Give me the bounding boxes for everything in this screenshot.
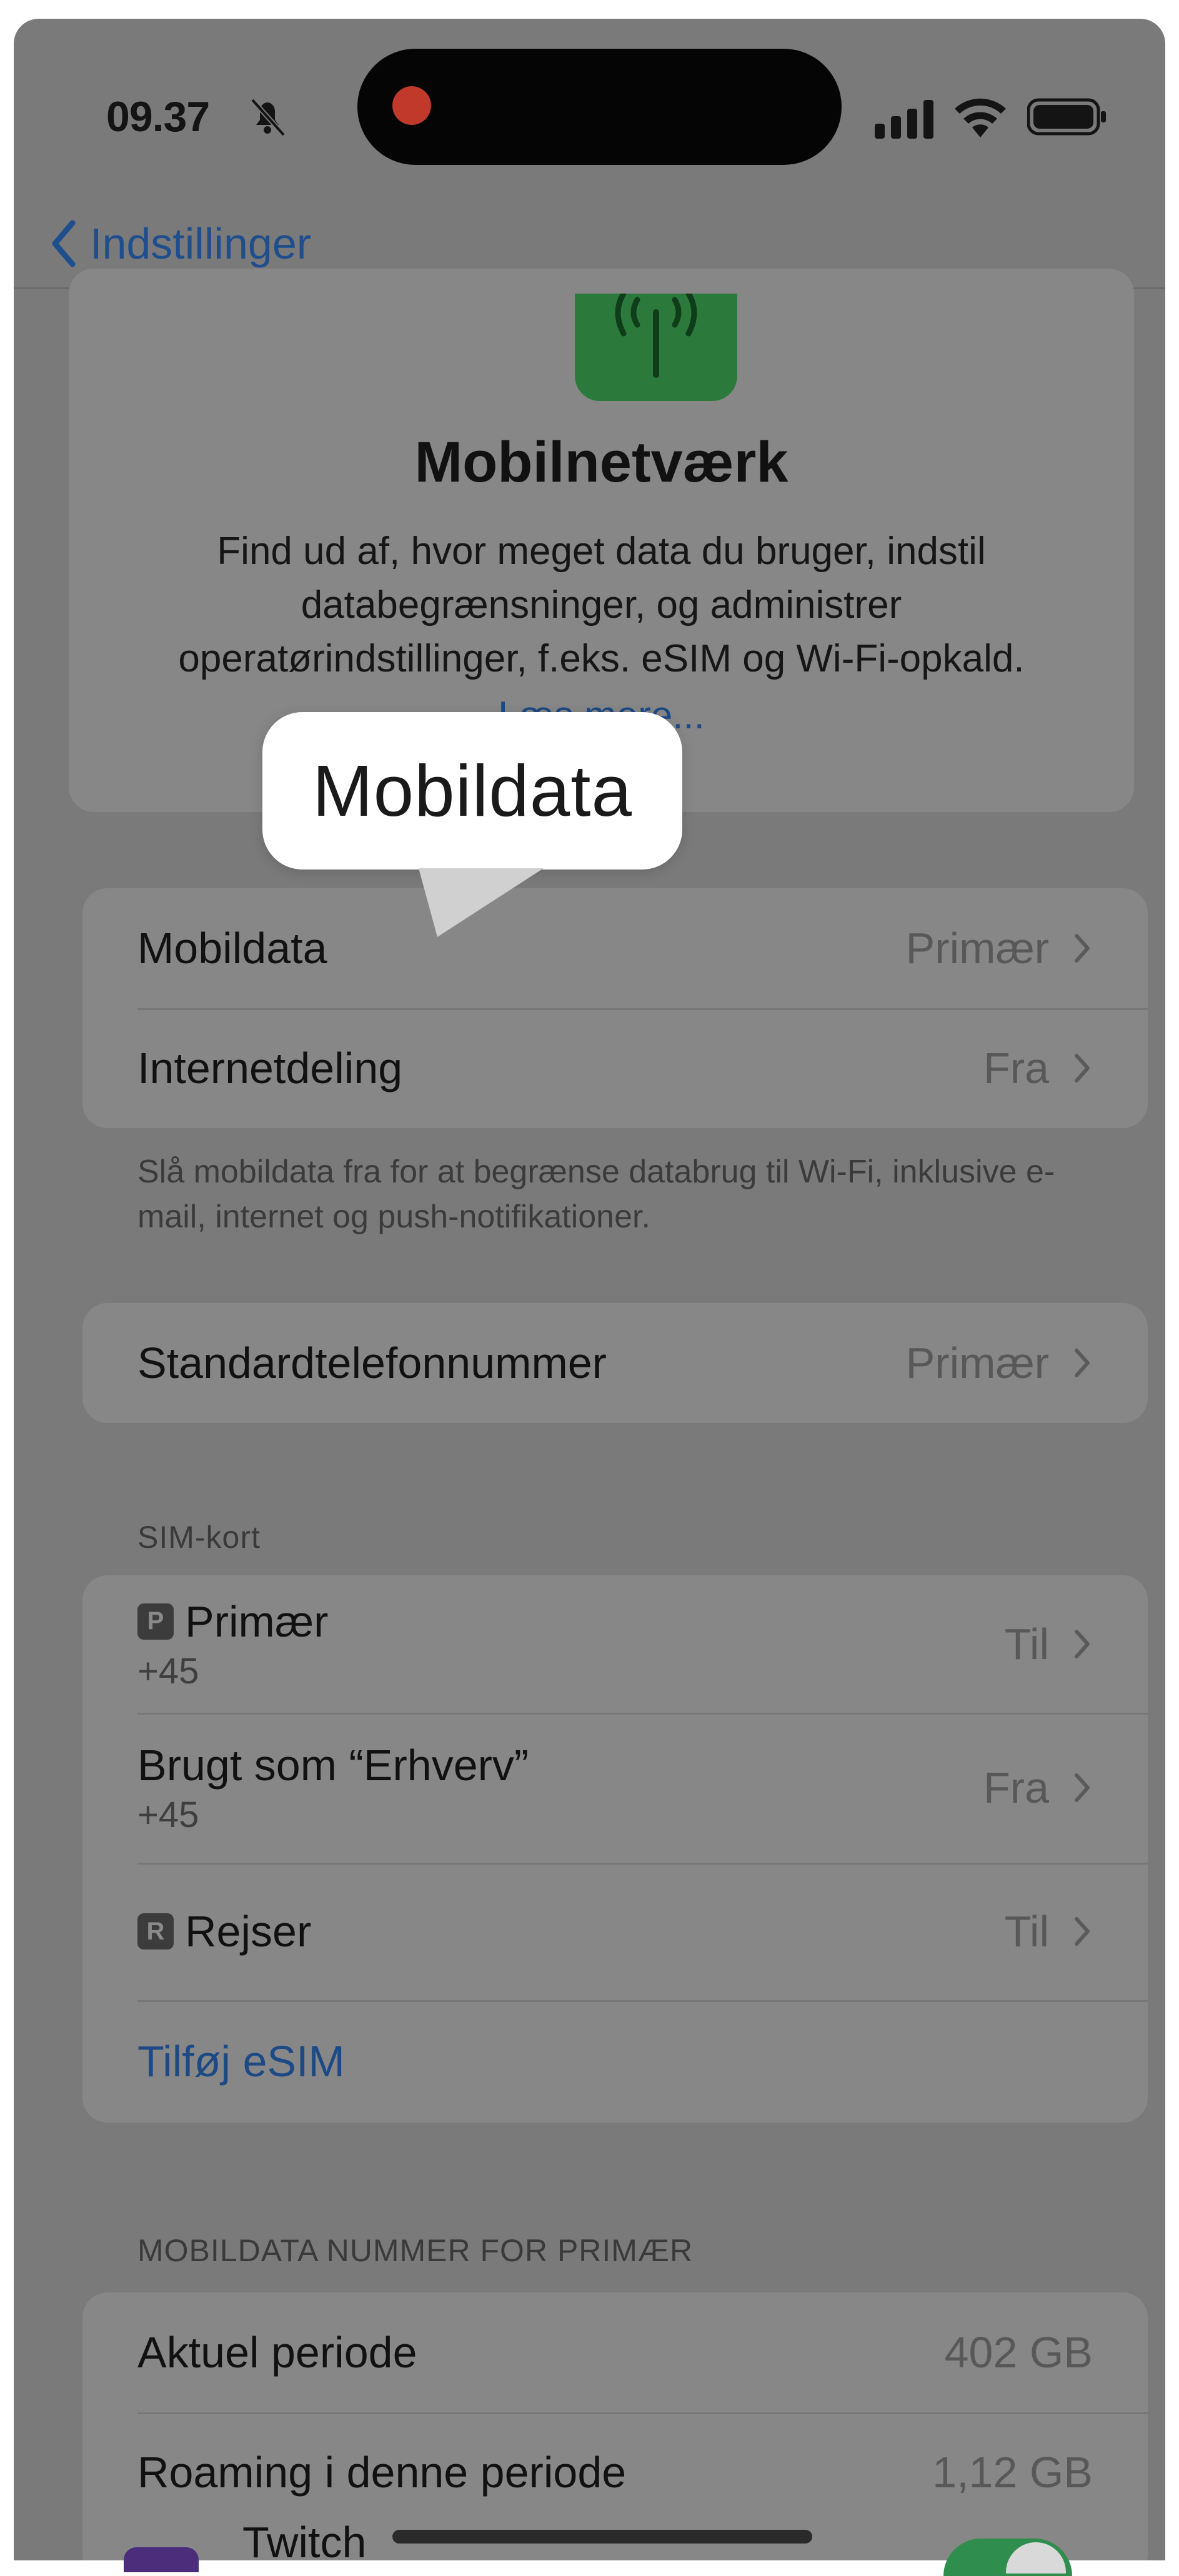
phone-screen: 09.37 Indstillinger Mobilnetværk Find ud… (14, 19, 1165, 2560)
row-sim-business[interactable]: Brugt som “Erhverv” +45 Fra (82, 1713, 1148, 1863)
cellular-signal-icon (875, 100, 933, 139)
chevron-right-icon (1075, 1917, 1090, 1946)
row-add-esim[interactable]: Tilføj eSIM (82, 2000, 1148, 2123)
row-label: Standardtelefonnummer (137, 1339, 607, 1387)
row-mobile-data[interactable]: Mobildata Primær (82, 888, 1148, 1008)
row-value: Primær (905, 924, 1049, 973)
page-description: Find ud af, hvor meget data du bruger, i… (178, 530, 1025, 680)
dynamic-island (357, 49, 842, 165)
twitch-app-icon (124, 2547, 199, 2572)
mobile-data-footnote: Slå mobildata fra for at begrænse databr… (137, 1154, 1055, 1235)
sim-name: Rejser (185, 1907, 312, 1956)
home-indicator[interactable] (392, 2530, 812, 2544)
tooltip-bubble: Mobildata (262, 712, 682, 869)
row-roaming-period: Roaming i denne periode 1,12 GB (82, 2412, 1148, 2532)
row-sim-primary[interactable]: P Primær +45 Til (82, 1575, 1148, 1713)
sim-section-title: SIM-kort (137, 1520, 261, 1555)
usage-section-title: MOBILDATA NUMMER FOR PRIMÆR (137, 2233, 694, 2268)
sim-badge-icon: P (137, 1603, 174, 1640)
sim-badge-icon: R (137, 1913, 174, 1949)
row-value: Til (1004, 1620, 1049, 1668)
chevron-right-icon (1075, 1630, 1090, 1658)
sim-group: P Primær +45 Til Brugt som “Erhverv” +45 … (82, 1575, 1148, 2123)
back-button-label: Indstillinger (90, 219, 312, 268)
row-value: 402 GB (944, 2328, 1093, 2377)
status-time: 09.37 (106, 93, 210, 141)
add-esim-link: Tilføj eSIM (137, 2037, 345, 2086)
row-value: Fra (983, 1044, 1049, 1092)
tooltip-pointer (419, 868, 544, 937)
recording-indicator-icon (392, 86, 431, 125)
row-value: Fra (983, 1763, 1049, 1812)
row-value: Til (1004, 1907, 1049, 1956)
sim-number: +45 (137, 1650, 199, 1692)
row-personal-hotspot[interactable]: Internetdeling Fra (82, 1008, 1148, 1128)
row-label: Aktuel periode (137, 2328, 417, 2377)
battery-icon (1027, 98, 1106, 136)
chevron-right-icon (1075, 934, 1090, 963)
chevron-left-icon (52, 220, 76, 267)
back-button[interactable]: Indstillinger (45, 212, 311, 275)
tooltip-label: Mobildata (312, 750, 632, 831)
row-sim-travel[interactable]: R Rejser Til (82, 1863, 1148, 2000)
sim-name: Brugt som “Erhverv” (137, 1740, 529, 1790)
row-value: Primær (905, 1339, 1049, 1387)
row-default-number[interactable]: Standardtelefonnummer Primær (82, 1303, 1148, 1423)
row-label: Internetdeling (137, 1044, 403, 1092)
chevron-right-icon (1075, 1349, 1090, 1377)
mobile-data-group: Mobildata Primær Internetdeling Fra (82, 888, 1148, 1128)
page-title: Mobilnetværk (414, 430, 788, 494)
row-value: 1,12 GB (932, 2448, 1093, 2497)
chevron-right-icon (1075, 1773, 1090, 1802)
row-label: Roaming i denne periode (137, 2448, 627, 2497)
app-row-label: Twitch (242, 2518, 367, 2567)
cellular-antenna-icon (575, 290, 737, 401)
bell-off-icon (251, 98, 286, 137)
wifi-icon (955, 98, 1006, 137)
sim-number: +45 (137, 1794, 199, 1835)
row-current-period: Aktuel periode 402 GB (82, 2292, 1148, 2412)
sim-name: Primær (185, 1597, 329, 1646)
chevron-right-icon (1075, 1054, 1090, 1082)
default-number-group: Standardtelefonnummer Primær (82, 1303, 1148, 1423)
